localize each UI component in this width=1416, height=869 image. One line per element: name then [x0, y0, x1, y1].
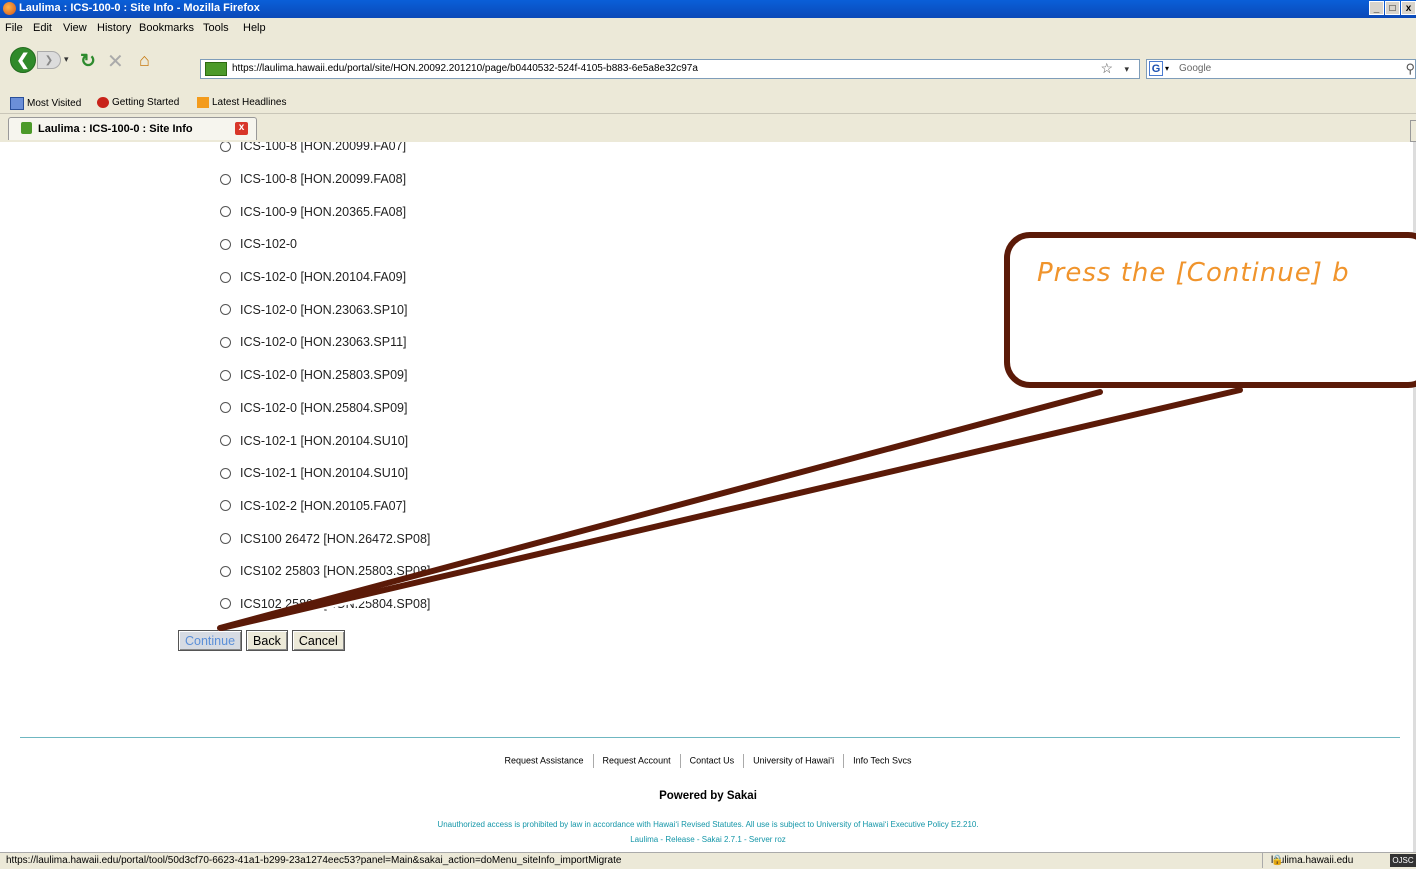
status-domain: laulima.hawaii.edu 🔒	[1262, 853, 1383, 868]
search-icon[interactable]: ⚲	[1405, 61, 1415, 77]
menu-bar: File Edit View History Bookmarks Tools H…	[0, 18, 1416, 39]
firefox-icon	[3, 2, 16, 15]
home-icon[interactable]: ⌂	[139, 50, 150, 71]
menu-view[interactable]: View	[63, 22, 87, 34]
menu-tools[interactable]: Tools	[203, 22, 229, 34]
window-titlebar: Laulima : ICS-100-0 : Site Info - Mozill…	[0, 0, 1416, 18]
tab-close-icon[interactable]: x	[235, 122, 248, 135]
bookmarks-toolbar: Most Visited Getting Started Latest Head…	[0, 92, 1416, 114]
window-title: Laulima : ICS-100-0 : Site Info - Mozill…	[19, 2, 260, 14]
search-engine-dropdown-icon[interactable]: ▾	[1165, 64, 1169, 73]
menu-bookmarks[interactable]: Bookmarks	[139, 22, 194, 34]
tab-title: Laulima : ICS-100-0 : Site Info	[38, 123, 193, 135]
bookmark-latest-headlines[interactable]: Latest Headlines	[197, 97, 287, 108]
lock-icon[interactable]: 🔒	[1271, 855, 1283, 866]
bookmark-getting-started[interactable]: Getting Started	[97, 97, 179, 108]
status-bar: https://laulima.hawaii.edu/portal/tool/5…	[0, 852, 1416, 869]
page-content: ICS-100-8 [HON.20099.FA07] ICS-100-8 [HO…	[0, 142, 1416, 852]
url-bar[interactable]: https://laulima.hawaii.edu/portal/site/H…	[200, 59, 1140, 79]
maximize-button[interactable]: □	[1385, 1, 1400, 15]
url-dropdown-icon[interactable]: ▾	[1124, 64, 1129, 75]
reload-icon[interactable]: ↻	[80, 50, 96, 73]
callout-pointer-fill	[218, 386, 1412, 631]
tutorial-callout: Press the [Continue] b	[1004, 232, 1416, 388]
search-input[interactable]: G ▾ Google ⚲	[1146, 59, 1416, 79]
rss-icon	[197, 97, 209, 108]
minimize-button[interactable]: _	[1369, 1, 1384, 15]
menu-file[interactable]: File	[5, 22, 23, 34]
bookmark-label: Getting Started	[112, 97, 180, 108]
navigation-toolbar: ❮ ❯ ▾ ↻ ✕ ⌂ https://laulima.hawaii.edu/p…	[0, 38, 1416, 93]
back-arrow-icon[interactable]: ❮	[10, 47, 36, 73]
laulima-favicon	[21, 122, 32, 134]
getting-started-icon	[97, 97, 109, 108]
close-window-button[interactable]: x	[1401, 1, 1416, 15]
bookmark-most-visited[interactable]: Most Visited	[10, 97, 81, 110]
callout-text: Press the [Continue] b	[1037, 258, 1350, 288]
search-engine-icon[interactable]: G	[1149, 61, 1163, 76]
status-text: https://laulima.hawaii.edu/portal/tool/5…	[6, 855, 622, 866]
window-controls: _ □ x	[1369, 1, 1416, 15]
bookmark-star-icon[interactable]: ☆	[1100, 60, 1113, 77]
bookmark-label: Latest Headlines	[212, 97, 287, 108]
menu-edit[interactable]: Edit	[33, 22, 52, 34]
stop-icon[interactable]: ✕	[107, 49, 124, 74]
menu-help[interactable]: Help	[243, 22, 266, 34]
site-identity-icon[interactable]	[205, 62, 227, 76]
url-text[interactable]: https://laulima.hawaii.edu/portal/site/H…	[232, 63, 698, 74]
tab-scroll-edge	[1410, 120, 1416, 142]
tab-strip: Laulima : ICS-100-0 : Site Info x	[0, 114, 1416, 143]
callout-pointer-edge-left	[217, 389, 1103, 631]
menu-history[interactable]: History	[97, 22, 131, 34]
addon-badge[interactable]: OJSC	[1390, 854, 1416, 867]
tab-site-info[interactable]: Laulima : ICS-100-0 : Site Info x	[8, 117, 257, 140]
callout-pointer-edge-right	[219, 387, 1243, 631]
search-placeholder: Google	[1179, 63, 1212, 74]
most-visited-icon	[10, 97, 24, 110]
bookmark-label: Most Visited	[27, 98, 82, 109]
forward-arrow-icon[interactable]: ❯	[37, 51, 61, 69]
history-dropdown-icon[interactable]: ▾	[64, 54, 69, 65]
